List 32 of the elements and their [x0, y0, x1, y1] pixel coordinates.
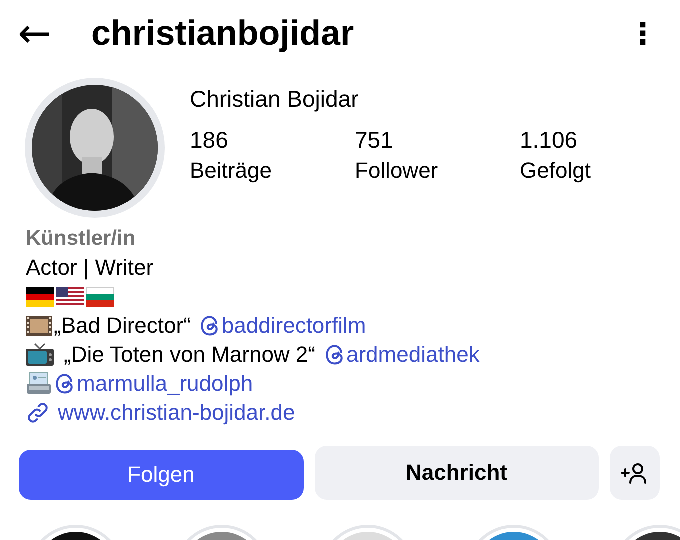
threads-icon [198, 314, 221, 336]
us-flag-icon [56, 286, 84, 306]
link-icon [26, 400, 50, 424]
television-icon [26, 342, 54, 366]
category-label: Künstler/in [26, 226, 137, 252]
bulgarian-flag-icon [86, 286, 114, 306]
bio-text: Actor | Writer [26, 254, 154, 282]
threads-icon [54, 372, 76, 394]
message-button[interactable]: Nachricht [314, 446, 599, 500]
follow-button[interactable]: Folgen [19, 450, 304, 500]
german-flag-icon [26, 286, 54, 306]
stat-label: Follower [355, 158, 440, 184]
menu-button[interactable]: ⋮ [626, 16, 660, 52]
mention-link[interactable]: ardmediathek [324, 340, 480, 369]
card-file-icon [26, 372, 52, 396]
add-person-icon [621, 462, 649, 484]
stat-label: Beiträge [190, 158, 273, 184]
stat-count: 186 [190, 127, 230, 154]
threads-icon [324, 344, 346, 366]
username-title: christianbojidar [92, 14, 356, 54]
bio-text: „Bad Director“ [54, 312, 191, 340]
stat-count: 1.106 [520, 127, 579, 154]
add-person-button[interactable] [610, 446, 660, 500]
mention-link[interactable]: baddirectorfilm [198, 311, 366, 340]
mention-link[interactable]: marmulla_rudolph [54, 369, 254, 398]
stat-label: Gefolgt [520, 158, 592, 184]
bio-text: „Die Toten von Marnow 2“ [64, 341, 316, 369]
back-button[interactable]: ← [18, 14, 52, 54]
film-strip-icon [26, 314, 52, 336]
profile-name: Christian Bojidar [190, 86, 360, 113]
website-link[interactable]: www.christian-bojidar.de [58, 398, 296, 427]
stat-count: 751 [355, 127, 394, 154]
